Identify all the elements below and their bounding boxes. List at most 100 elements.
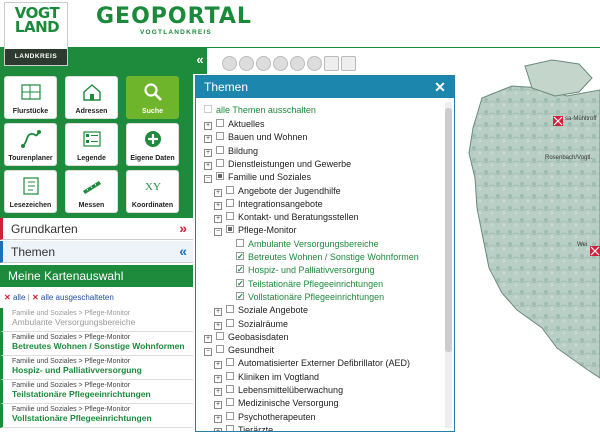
checkbox[interactable] [226,185,234,194]
checkbox[interactable] [236,250,244,263]
panel-grundkarten[interactable]: Grundkarten » [0,218,193,240]
checkbox[interactable] [236,263,244,276]
expand-icon[interactable]: + [204,135,212,144]
tree-node[interactable]: − Gesundheit [204,344,274,357]
tree-node[interactable]: − Pflege-Monitor [214,224,297,237]
checkbox[interactable] [236,277,244,290]
tree-node[interactable]: + Integrationsangebote [214,198,323,211]
panel-themen[interactable]: Themen « [0,241,193,263]
tree-node[interactable]: + Dienstleistungen und Gewerbe [204,158,351,171]
scrollbar[interactable] [445,102,452,428]
tree-node[interactable]: Betreutes Wohnen / Sonstige Wohnformen [224,250,419,264]
tool-adressen[interactable]: Adressen [65,76,118,119]
tree-node[interactable]: + Aktuelles [204,118,265,131]
print-icon[interactable] [341,56,356,71]
expand-icon[interactable]: + [204,122,212,130]
checkbox[interactable] [216,119,224,127]
zoom-in-icon[interactable] [256,56,271,71]
checkbox[interactable] [226,371,234,380]
info-icon[interactable] [307,56,322,71]
back-icon[interactable] [290,56,305,71]
collapse-icon[interactable]: − [204,348,212,357]
tree-node[interactable]: Hospiz- und Palliativversorgung [224,263,375,277]
tool-koordinaten[interactable]: XY Koordinaten [126,170,179,213]
expand-icon[interactable]: + [214,215,222,224]
expand-icon[interactable]: + [214,427,222,431]
globe-icon[interactable] [222,56,237,71]
expand-icon[interactable]: + [214,201,222,210]
expand-icon[interactable]: + [204,148,212,157]
tree-node[interactable]: + Tierärzte [214,424,273,431]
selected-layer-item[interactable]: Familie und Soziales > Pflege-Monitor Be… [0,332,193,356]
checkbox[interactable] [236,238,244,247]
expand-icon[interactable]: + [214,361,222,370]
map-marker-2[interactable] [590,246,600,256]
vogtland-logo[interactable]: VOGT LAND LANDKREIS [4,2,68,66]
expand-icon[interactable]: + [214,401,222,410]
collapse-icon[interactable]: − [214,228,222,237]
checkbox[interactable] [216,132,224,141]
remove-all-off-link[interactable]: alle ausgeschalteten [41,293,114,302]
collapse-sidebar-button[interactable]: « [193,48,207,74]
tree-node[interactable]: − Familie und Soziales [204,171,311,184]
tree-node[interactable]: Teilstationäre Pflegeeinrichtungen [224,277,383,291]
close-icon[interactable]: ✕ [432,79,448,95]
tree-node[interactable]: + Automatisierter Externer Defibrillator … [214,357,410,370]
checkbox[interactable] [226,398,234,407]
tree-node[interactable]: + Psychotherapeuten [214,411,316,424]
expand-icon[interactable]: + [204,161,212,170]
tree-node[interactable]: Vollstationäre Pflegeeinrichtungen [224,290,384,304]
tool-flurstuecke[interactable]: Flurstücke [4,76,57,119]
geoportal-logo[interactable]: GEOPORTAL VOGTLANDKREIS [96,6,252,37]
expand-icon[interactable]: + [214,321,222,330]
tree-node[interactable]: + Kontakt- und Beratungsstellen [214,211,359,224]
collapse-icon[interactable]: − [204,175,212,184]
expand-icon[interactable]: + [214,188,222,197]
expand-icon[interactable]: + [214,388,222,396]
tree-node[interactable]: + Soziale Angebote [214,304,308,317]
checkbox[interactable] [226,198,234,207]
tool-eigene-daten[interactable]: Eigene Daten [126,123,179,166]
checkbox[interactable] [236,290,244,303]
all-themes-off-link[interactable]: alle Themen ausschalten [204,104,316,117]
checkbox[interactable] [226,212,234,221]
checkbox[interactable] [216,145,224,154]
checkbox[interactable] [216,345,224,354]
expand-icon[interactable]: + [214,308,222,317]
tree-node[interactable]: + Lebensmittelüberwachung [214,384,343,397]
scrollbar-thumb[interactable] [445,108,452,352]
expand-icon[interactable]: + [214,414,222,423]
tree-node[interactable]: Ambulante Versorgungsbereiche [224,238,379,251]
tool-messen[interactable]: Messen [65,170,118,213]
expand-icon[interactable]: + [214,374,222,383]
selected-layer-item[interactable]: Familie und Soziales > Pflege-Monitor Ho… [0,356,193,380]
checkbox[interactable] [216,172,224,181]
tree-node[interactable]: + Angebote der Jugendhilfe [214,185,341,198]
checkbox[interactable] [216,158,224,167]
checkbox[interactable] [226,305,234,314]
checkbox[interactable] [226,385,234,393]
tree-node[interactable]: + Kliniken im Vogtland [214,371,319,384]
selected-layer-item[interactable]: Familie und Soziales > Pflege-Monitor Te… [0,380,193,404]
tree-node[interactable]: + Medizinische Versorgung [214,397,339,410]
tree-node[interactable]: + Sozialräume [214,318,288,331]
tool-suche[interactable]: Suche [126,76,179,119]
tool-lesezeichen[interactable]: Lesezeichen [4,170,57,213]
selected-layer-item[interactable]: Familie und Soziales > Pflege-Monitor Am… [0,308,193,332]
expand-icon[interactable]: + [204,334,212,343]
tree-node[interactable]: + Bildung [204,145,258,158]
checkbox[interactable] [226,225,234,234]
selected-layer-item[interactable]: Familie und Soziales > Pflege-Monitor Vo… [0,404,193,428]
tree-node[interactable]: + Geobasisdaten [204,331,289,344]
zoom-out-icon[interactable] [273,56,288,71]
pan-icon[interactable] [239,56,254,71]
remove-all-link[interactable]: alle [13,293,25,302]
tool-tourenplaner[interactable]: Tourenplaner [4,123,57,166]
map-marker-1[interactable] [553,116,563,126]
checkbox[interactable] [226,358,234,367]
tool-legende[interactable]: Legende [65,123,118,166]
tree-node[interactable]: + Bauen und Wohnen [204,131,307,144]
measure-icon[interactable] [324,56,339,71]
checkbox[interactable] [226,411,234,420]
checkbox[interactable] [226,318,234,327]
